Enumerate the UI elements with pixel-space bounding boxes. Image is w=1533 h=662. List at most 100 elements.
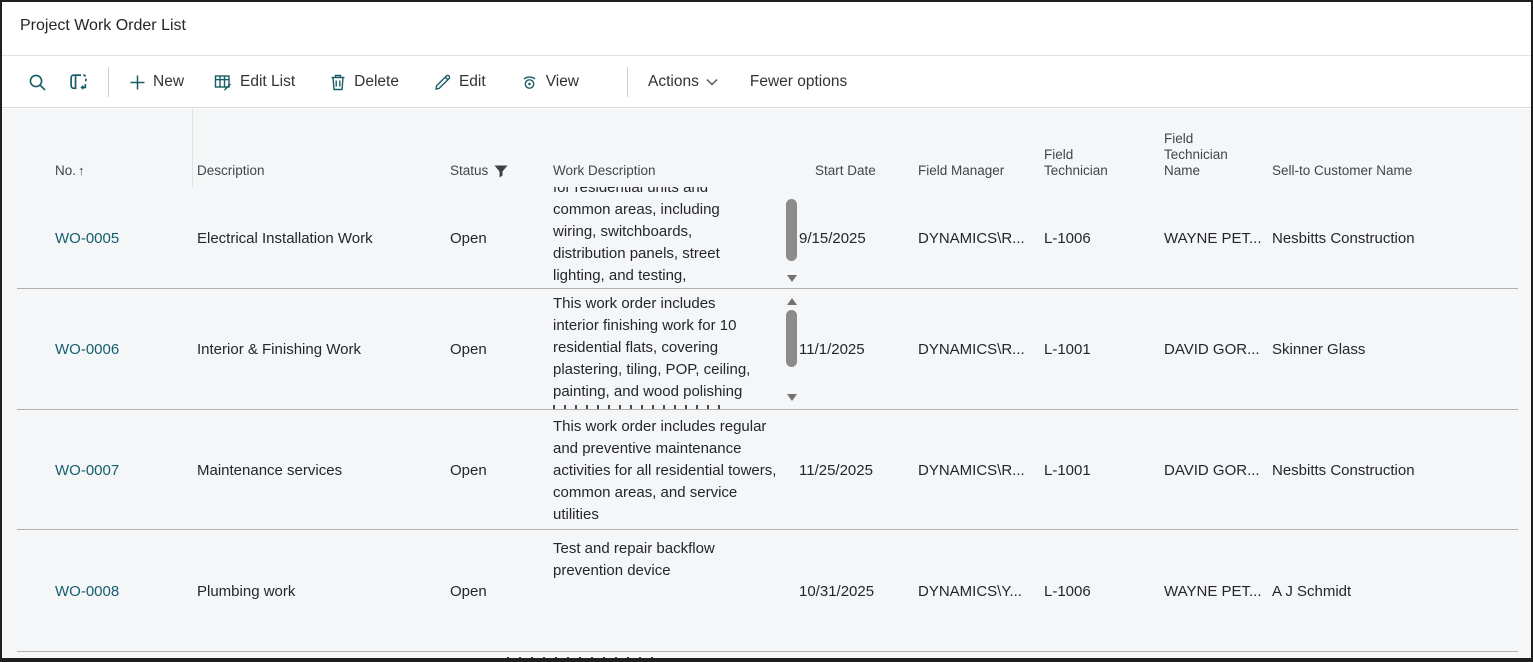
column-header-description[interactable]: Description	[197, 163, 265, 179]
edit-list-button-label: Edit List	[240, 73, 295, 91]
cell-scrollbar[interactable]	[783, 187, 800, 289]
column-header-field-manager[interactable]: Field Manager	[918, 163, 1004, 179]
table-row[interactable]: WO-0005 Electrical Installation Work Ope…	[2, 187, 1531, 289]
field-technician-cell: L-1001	[1044, 410, 1154, 530]
work-order-no-link[interactable]: WO-0006	[55, 289, 185, 410]
status-cell: Open	[450, 187, 540, 289]
clipped-text-fragment	[507, 657, 657, 658]
sell-to-customer-name-cell: A J Schmidt	[1272, 530, 1527, 652]
edit-button-label: Edit	[459, 73, 486, 91]
work-description-cell: This work order includesinterior finishi…	[553, 289, 785, 410]
actions-menu-button[interactable]: Actions	[646, 69, 720, 95]
search-icon	[28, 73, 47, 92]
work-description-text: Test and repair backflowprevention devic…	[553, 538, 785, 582]
delete-button[interactable]: Delete	[327, 69, 401, 96]
column-header-field-technician-label: Field Technician	[1044, 147, 1108, 178]
description-cell: Interior & Finishing Work	[197, 289, 447, 410]
sell-to-customer-name-cell: Skinner Glass	[1272, 289, 1527, 410]
field-manager-cell: DYNAMICS\Y...	[918, 530, 1038, 652]
start-date-cell: 11/1/2025	[799, 289, 907, 410]
work-description-text: This work order includes regularand prev…	[553, 416, 785, 526]
action-toolbar: New Edit List Delete	[2, 57, 1531, 108]
column-header-field-technician-name-label: Field Technician Name	[1164, 131, 1228, 178]
column-header-field-technician[interactable]: Field Technician	[1044, 147, 1116, 179]
description-cell: Plumbing work	[197, 530, 447, 652]
status-cell: Open	[450, 410, 540, 530]
field-manager-cell: DYNAMICS\R...	[918, 187, 1038, 289]
column-header-start-date-label: Start Date	[815, 163, 876, 178]
field-technician-cell: L-1001	[1044, 289, 1154, 410]
field-technician-name-cell: WAYNE PET...	[1164, 530, 1266, 652]
fewer-options-button[interactable]: Fewer options	[748, 69, 849, 95]
partial-next-row	[2, 652, 1531, 658]
edit-button[interactable]: Edit	[431, 69, 488, 96]
work-order-no-link[interactable]: WO-0007	[55, 410, 185, 530]
sell-to-customer-name-cell: Nesbitts Construction	[1272, 410, 1527, 530]
table-row[interactable]: WO-0007 Maintenance services Open This w…	[2, 410, 1531, 530]
header-column-divider	[192, 109, 193, 187]
column-header-status[interactable]: Status	[450, 163, 508, 179]
chevron-down-icon	[706, 78, 718, 86]
start-date-cell: 10/31/2025	[799, 530, 907, 652]
status-cell: Open	[450, 289, 540, 410]
start-date-cell: 11/25/2025	[799, 410, 907, 530]
toolbar-divider	[627, 67, 628, 97]
column-header-sell-to-customer-name-label: Sell-to Customer Name	[1272, 163, 1412, 178]
page-title: Project Work Order List	[20, 17, 186, 35]
sort-ascending-icon: ↑	[78, 163, 85, 178]
new-button[interactable]: New	[127, 69, 186, 95]
field-technician-cell: L-1006	[1044, 530, 1154, 652]
column-header-work-description-label: Work Description	[553, 163, 656, 178]
page-layout-icon	[69, 73, 88, 92]
view-icon	[520, 73, 539, 92]
work-description-cell: for residential units andcommon areas, i…	[553, 187, 785, 289]
work-description-text: for residential units andcommon areas, i…	[553, 187, 785, 287]
work-description-cell: Test and repair backflowprevention devic…	[553, 530, 785, 652]
title-bar: Project Work Order List	[2, 2, 1531, 56]
scrollbar-thumb[interactable]	[786, 310, 797, 367]
field-technician-name-cell: DAVID GOR...	[1164, 289, 1266, 410]
description-cell: Maintenance services	[197, 410, 447, 530]
work-order-no-link[interactable]: WO-0005	[55, 187, 185, 289]
description-cell: Electrical Installation Work	[197, 187, 447, 289]
field-technician-name-cell: DAVID GOR...	[1164, 410, 1266, 530]
toolbar-divider	[108, 67, 109, 97]
plus-icon	[129, 74, 146, 91]
column-header-no-label: No.	[55, 163, 76, 178]
scroll-down-arrow-icon[interactable]	[787, 275, 797, 282]
field-technician-cell: L-1006	[1044, 187, 1154, 289]
scroll-down-arrow-icon[interactable]	[787, 394, 797, 401]
table-body: WO-0005 Electrical Installation Work Ope…	[2, 187, 1531, 652]
column-header-status-label: Status	[450, 163, 488, 179]
field-technician-name-cell: WAYNE PET...	[1164, 187, 1266, 289]
field-manager-cell: DYNAMICS\R...	[918, 410, 1038, 530]
fewer-options-label: Fewer options	[750, 73, 847, 91]
column-header-no[interactable]: No.↑	[55, 163, 85, 179]
work-order-table: No.↑ Description Status Work Description…	[2, 109, 1531, 658]
field-manager-cell: DYNAMICS\R...	[918, 289, 1038, 410]
delete-button-label: Delete	[354, 73, 399, 91]
column-header-sell-to-customer-name[interactable]: Sell-to Customer Name	[1272, 163, 1412, 179]
page-layout-button[interactable]	[67, 69, 90, 96]
table-row[interactable]: WO-0006 Interior & Finishing Work Open T…	[2, 289, 1531, 410]
start-date-cell: 9/15/2025	[799, 187, 907, 289]
column-header-field-technician-name[interactable]: Field Technician Name	[1164, 131, 1238, 179]
work-description-text: This work order includesinterior finishi…	[553, 293, 785, 403]
column-header-work-description[interactable]: Work Description	[553, 163, 656, 179]
filter-funnel-icon	[494, 165, 508, 178]
edit-list-button[interactable]: Edit List	[212, 69, 297, 96]
view-button[interactable]: View	[518, 69, 581, 96]
search-button[interactable]	[26, 69, 49, 96]
cell-scrollbar[interactable]	[783, 289, 800, 410]
table-row[interactable]: WO-0008 Plumbing work Open Test and repa…	[2, 530, 1531, 652]
scroll-up-arrow-icon[interactable]	[787, 298, 797, 305]
work-description-cell: This work order includes regularand prev…	[553, 410, 785, 530]
pencil-icon	[433, 73, 452, 92]
scrollbar-thumb[interactable]	[786, 199, 797, 261]
view-button-label: View	[546, 73, 579, 91]
table-header-row: No.↑ Description Status Work Description…	[2, 109, 1531, 187]
status-cell: Open	[450, 530, 540, 652]
column-header-start-date[interactable]: Start Date	[815, 163, 876, 179]
column-header-field-manager-label: Field Manager	[918, 163, 1004, 178]
work-order-no-link[interactable]: WO-0008	[55, 530, 185, 652]
